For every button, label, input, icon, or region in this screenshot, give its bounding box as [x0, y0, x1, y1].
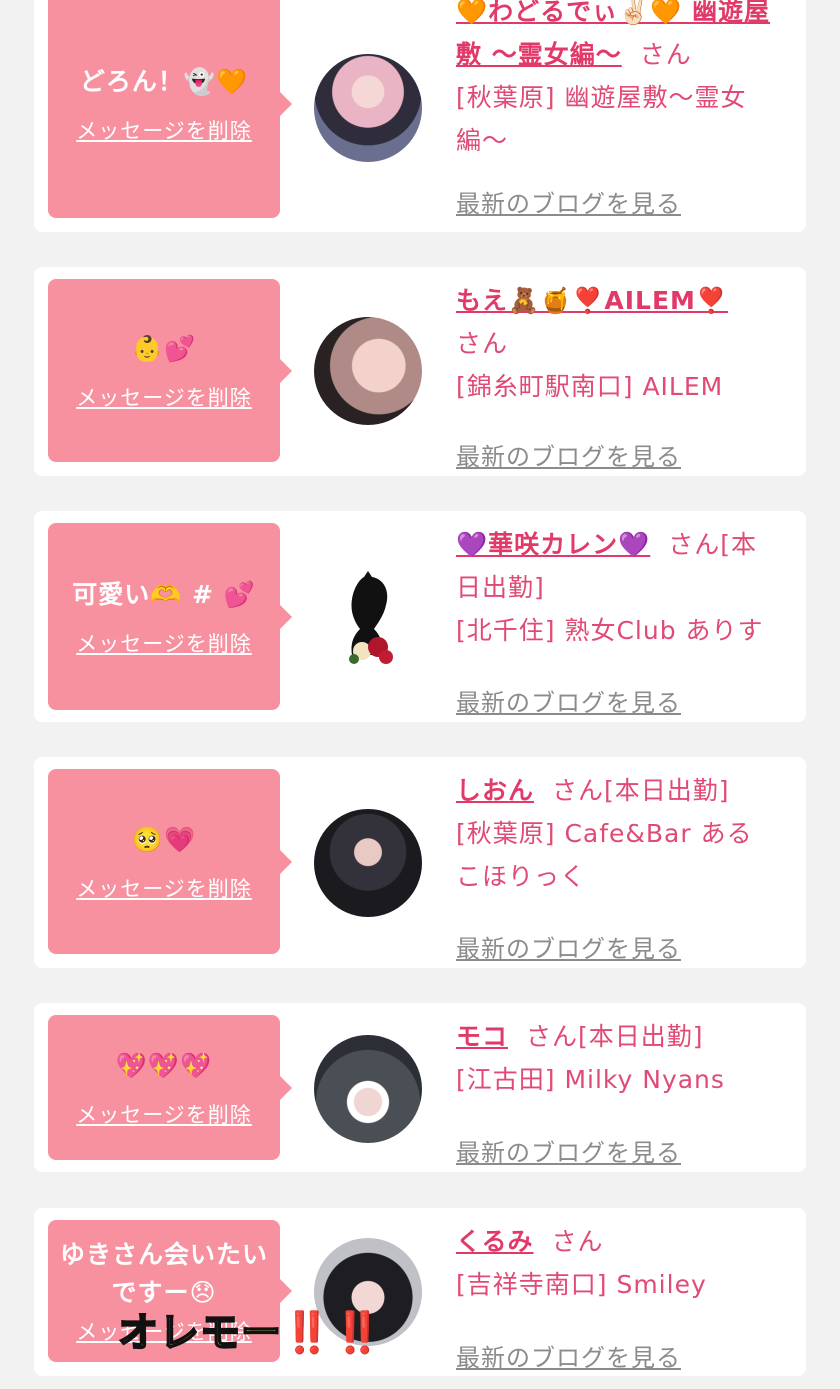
profile-info: 🧡わどるでぃ✌🏻🧡 幽遊屋敷 〜霊女編〜 さん [秋葉原] 幽遊屋敷〜霊女 編〜 … — [456, 0, 792, 218]
san-label: さん[本日出勤] — [552, 776, 730, 805]
shop-line: [秋葉原] 幽遊屋敷〜霊女 — [456, 83, 747, 112]
message-bubble: 💖💖💖 メッセージを削除 — [48, 1015, 292, 1160]
delete-message-link[interactable]: メッセージを削除 — [76, 382, 252, 412]
favorite-card: どろん！👻🧡 メッセージを削除 🧡わどるでぃ✌🏻🧡 幽遊屋敷 〜霊女編〜 さん [… — [34, 0, 806, 232]
message-text: どろん！👻🧡 — [79, 67, 249, 96]
avatar[interactable] — [314, 1035, 422, 1143]
shop-line: [北千住] 熟女Club ありす — [456, 616, 764, 645]
avatar[interactable] — [314, 809, 422, 917]
caption-exclamation: ‼️‼️ — [282, 1310, 384, 1357]
latest-blog-link[interactable]: 最新のブログを見る — [456, 683, 681, 718]
latest-blog-link[interactable]: 最新のブログを見る — [456, 1133, 681, 1168]
shop-line: [江古田] Milky Nyans — [456, 1065, 725, 1094]
message-text: ゆきさん会いたい — [59, 1240, 268, 1269]
avatar[interactable] — [314, 317, 422, 425]
message-bubble: 👶💕 メッセージを削除 — [48, 279, 292, 462]
latest-blog-link[interactable]: 最新のブログを見る — [456, 929, 681, 964]
delete-message-link[interactable]: メッセージを削除 — [76, 115, 252, 145]
avatar[interactable] — [314, 54, 422, 162]
message-text: 💖💖💖 — [115, 1050, 213, 1080]
profile-info: くるみ さん [吉祥寺南口] Smiley 最新のブログを見る — [456, 1220, 792, 1372]
shop-line: 編〜 — [456, 126, 509, 155]
favorite-card: 👶💕 メッセージを削除 もえ🧸🍯❣️AILEM❣️ さん [錦糸町駅南口] AI… — [34, 267, 806, 476]
silhouette-icon — [349, 571, 393, 664]
shop-line: [吉祥寺南口] Smiley — [456, 1270, 707, 1299]
shop-line: [秋葉原] Cafe&Bar ある — [456, 819, 753, 848]
latest-blog-link[interactable]: 最新のブログを見る — [456, 1338, 681, 1373]
delete-message-link[interactable]: メッセージを削除 — [76, 1099, 252, 1129]
message-bubble: 可愛い🫶 # 💕 メッセージを削除 — [48, 523, 292, 710]
delete-message-link[interactable]: メッセージを削除 — [76, 628, 252, 658]
san-label: さん[本日出勤] — [526, 1022, 704, 1051]
favorite-card: 💖💖💖 メッセージを削除 モコ さん[本日出勤] [江古田] Milky Nyan… — [34, 1003, 806, 1172]
girl-name-link[interactable]: もえ🧸🍯❣️AILEM❣️ — [456, 286, 728, 315]
san-label: さん — [639, 40, 692, 69]
san-label: さん[本 — [668, 530, 758, 559]
avatar[interactable] — [314, 563, 422, 671]
latest-blog-link[interactable]: 最新のブログを見る — [456, 184, 681, 219]
girl-name-link[interactable]: くるみ — [456, 1227, 534, 1256]
profile-info: 💜華咲カレン💜 さん[本 日出勤] [北千住] 熟女Club ありす 最新のブログ… — [456, 523, 792, 717]
girl-name-link[interactable]: 💜華咲カレン💜 — [456, 530, 650, 559]
profile-info: もえ🧸🍯❣️AILEM❣️ さん [錦糸町駅南口] AILEM 最新のブログを見… — [456, 279, 792, 471]
favorite-card: 🥺💗 メッセージを削除 しおん さん[本日出勤] [秋葉原] Cafe&Bar あ… — [34, 757, 806, 968]
message-bubble: どろん！👻🧡 メッセージを削除 — [48, 0, 292, 218]
caption-text: オレモー — [117, 1309, 282, 1357]
message-text: 🥺💗 — [131, 824, 197, 854]
delete-message-link[interactable]: メッセージを削除 — [76, 873, 252, 903]
status-line: 日出勤] — [456, 573, 545, 602]
latest-blog-link[interactable]: 最新のブログを見る — [456, 437, 681, 472]
girl-name-link[interactable]: モコ — [456, 1022, 508, 1051]
san-label: さん — [456, 329, 509, 358]
video-caption-overlay: オレモー‼️‼️ — [117, 1300, 384, 1358]
girl-name-link[interactable]: しおん — [456, 776, 534, 805]
shop-line: [錦糸町駅南口] AILEM — [456, 372, 724, 401]
profile-info: モコ さん[本日出勤] [江古田] Milky Nyans 最新のブログを見る — [456, 1015, 792, 1167]
message-text: 可愛い🫶 # 💕 — [72, 579, 256, 609]
message-text: 👶💕 — [131, 333, 197, 363]
favorite-card: 可愛い🫶 # 💕 メッセージを削除 💜華咲カレン💜 さん[本 日出勤] [北千住]… — [34, 511, 806, 722]
san-label: さん — [551, 1227, 604, 1256]
profile-info: しおん さん[本日出勤] [秋葉原] Cafe&Bar ある こほりっく 最新のブ… — [456, 769, 792, 963]
girl-name-link[interactable]: 🧡わどるでぃ✌🏻🧡 幽遊屋敷 〜霊女編〜 — [456, 0, 770, 69]
message-bubble: 🥺💗 メッセージを削除 — [48, 769, 292, 954]
shop-line: こほりっく — [456, 862, 587, 891]
